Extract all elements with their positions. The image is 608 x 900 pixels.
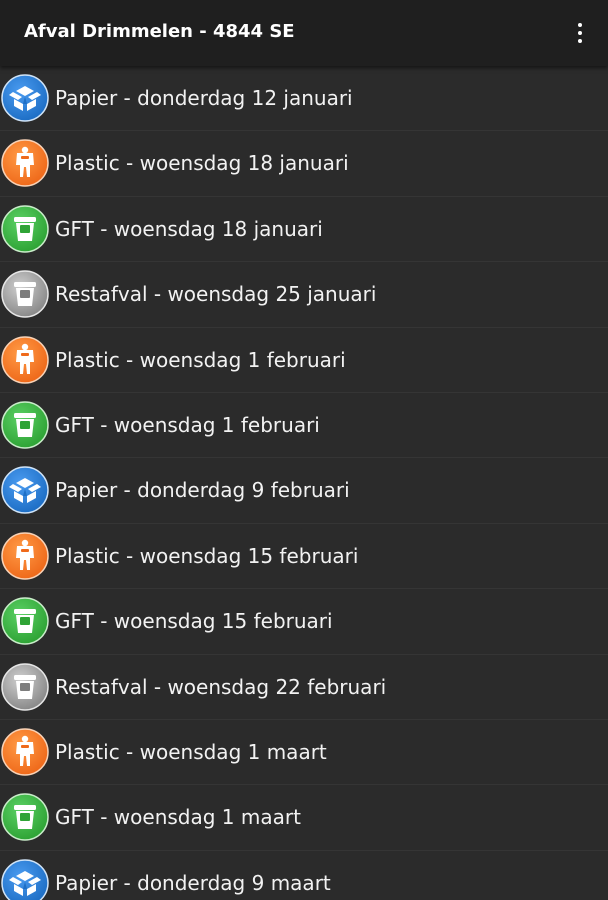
plastic-person-icon [1, 139, 49, 188]
list-item[interactable]: GFT - woensdag 1 maart [0, 785, 608, 851]
list-item[interactable]: Plastic - woensdag 1 februari [0, 328, 608, 393]
plastic-person-icon [1, 531, 49, 580]
list-item-label: Restafval - woensdag 25 januari [55, 282, 377, 307]
overflow-menu-icon[interactable] [568, 17, 592, 49]
bin-icon [1, 793, 49, 842]
list-item[interactable]: Restafval - woensdag 22 februari [0, 655, 608, 720]
list-item-label: GFT - woensdag 15 februari [55, 609, 333, 634]
list-item[interactable]: GFT - woensdag 15 februari [0, 589, 608, 655]
list-item[interactable]: Plastic - woensdag 18 januari [0, 131, 608, 197]
box-icon [1, 466, 49, 515]
list-item-label: Restafval - woensdag 22 februari [55, 674, 387, 699]
list-item[interactable]: GFT - woensdag 18 januari [0, 197, 608, 263]
list-item-label: Papier - donderdag 9 maart [55, 870, 331, 895]
list-item[interactable]: Restafval - woensdag 25 januari [0, 262, 608, 328]
box-icon [1, 74, 49, 122]
list-item-label: Papier - donderdag 9 februari [55, 478, 350, 503]
bin-icon [1, 270, 49, 318]
list-item-label: GFT - woensdag 18 januari [55, 216, 323, 241]
list-item[interactable]: GFT - woensdag 1 februari [0, 393, 608, 459]
list-item[interactable]: Papier - donderdag 12 januari [0, 66, 608, 132]
plastic-person-icon [1, 728, 49, 776]
list-item[interactable]: Plastic - woensdag 15 februari [0, 524, 608, 590]
bin-icon [1, 597, 49, 645]
list-item-label: Plastic - woensdag 18 januari [55, 151, 349, 176]
list-item[interactable]: Papier - donderdag 9 maart [0, 851, 608, 900]
bin-icon [1, 662, 49, 711]
bin-icon [1, 205, 49, 253]
app-bar: Afval Drimmelen - 4844 SE [0, 0, 608, 66]
box-icon [1, 858, 49, 900]
app-title: Afval Drimmelen - 4844 SE [24, 21, 295, 42]
pickup-list[interactable]: Papier - donderdag 12 januari Plastic - w… [0, 66, 608, 900]
list-item-label: GFT - woensdag 1 februari [55, 412, 320, 437]
bin-icon [1, 401, 49, 449]
list-item[interactable]: Plastic - woensdag 1 maart [0, 720, 608, 786]
list-item[interactable]: Papier - donderdag 9 februari [0, 458, 608, 524]
plastic-person-icon [1, 335, 49, 384]
list-item-label: Plastic - woensdag 15 februari [55, 543, 359, 568]
list-item-label: Plastic - woensdag 1 maart [55, 739, 327, 764]
list-item-label: GFT - woensdag 1 maart [55, 805, 301, 830]
list-item-label: Plastic - woensdag 1 februari [55, 347, 346, 372]
list-item-label: Papier - donderdag 12 januari [55, 86, 353, 110]
